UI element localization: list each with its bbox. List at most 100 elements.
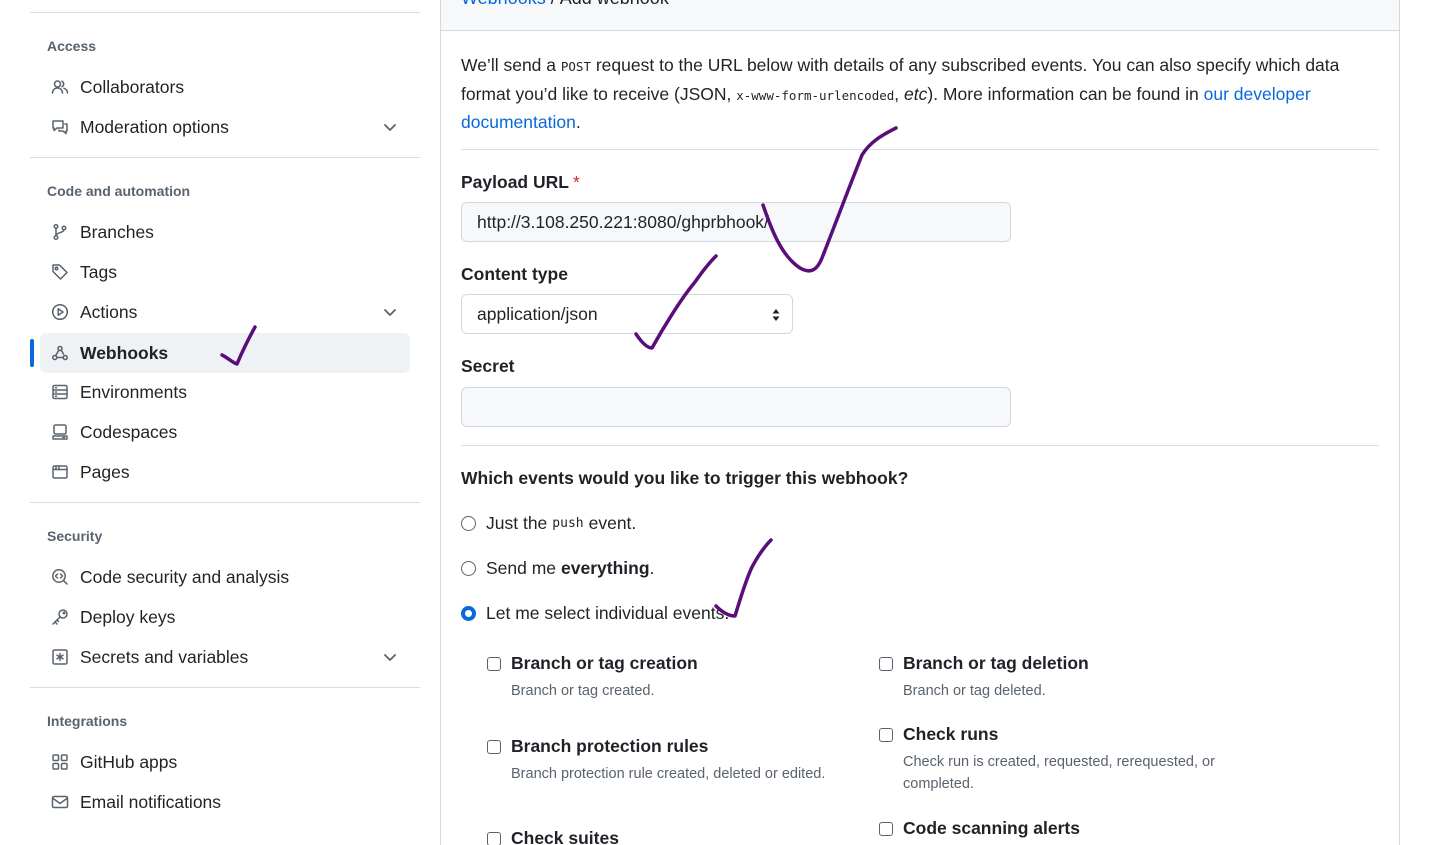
event-title: Check suites — [511, 828, 619, 845]
sidebar-item-label: Webhooks — [80, 342, 169, 363]
radio-send-everything[interactable]: Send me everything. — [461, 558, 654, 579]
intro-code-post: POST — [560, 59, 591, 74]
sidebar-item-code-security[interactable]: Code security and analysis — [40, 557, 410, 597]
section-divider — [461, 445, 1379, 446]
apps-icon — [50, 752, 70, 772]
sidebar-heading-access: Access — [47, 38, 97, 54]
sidebar-item-webhooks[interactable]: Webhooks — [40, 333, 410, 373]
server-icon — [50, 382, 70, 402]
mail-icon — [50, 792, 70, 812]
required-mark: * — [572, 172, 580, 192]
event-branch-tag-deletion: Branch or tag deletion Branch or tag del… — [879, 653, 1089, 702]
event-checkbox-row[interactable]: Check runs — [879, 724, 1239, 745]
sidebar-item-codespaces[interactable]: Codespaces — [40, 412, 410, 452]
browser-icon — [50, 462, 70, 482]
radio-push-event[interactable]: Just the push event. — [461, 513, 636, 534]
tag-icon — [50, 262, 70, 282]
event-check-suites: Check suites — [487, 828, 619, 845]
push-code: push — [552, 516, 584, 531]
event-checkbox[interactable] — [879, 727, 893, 742]
event-description: Check run is created, requested, rereque… — [903, 754, 1215, 792]
payload-url-label: Payload URL * — [461, 172, 580, 193]
event-branch-tag-creation: Branch or tag creation Branch or tag cre… — [487, 653, 698, 702]
sidebar-divider — [30, 687, 420, 688]
event-description: Branch or tag created. — [511, 683, 655, 699]
event-checkbox-row[interactable]: Branch or tag deletion — [879, 653, 1089, 674]
radio-button[interactable] — [461, 516, 476, 531]
event-checkbox[interactable] — [487, 656, 501, 671]
event-title: Code scanning alerts — [903, 818, 1080, 838]
intro-code-form: x-www-form-urlencoded — [736, 87, 895, 103]
webhook-icon — [50, 343, 70, 363]
sidebar-item-label: Codespaces — [80, 421, 178, 442]
radio-individual-events[interactable]: Let me select individual events. — [461, 603, 729, 624]
event-checkbox-row[interactable]: Branch or tag creation — [487, 653, 698, 674]
secret-label: Secret — [461, 356, 515, 376]
event-checkbox[interactable] — [487, 739, 501, 754]
intro-text-part: , — [894, 83, 905, 104]
event-checkbox-row[interactable]: Code scanning alerts — [879, 818, 1080, 839]
sidebar-item-label: Code security and analysis — [80, 566, 290, 587]
key-asterisk-icon — [50, 647, 70, 667]
panel-header: Webhooks / Add webhook — [441, 0, 1399, 31]
payload-url-input[interactable] — [461, 202, 1011, 242]
sidebar-item-collaborators[interactable]: Collaborators — [40, 67, 410, 107]
event-branch-protection-rules: Branch protection rules Branch protectio… — [487, 736, 825, 785]
settings-sidebar: Access Collaborators Moderation options … — [0, 0, 440, 845]
chevron-down-icon[interactable] — [382, 119, 398, 135]
event-check-runs: Check runs Check run is created, request… — [879, 724, 1239, 795]
event-checkbox-row[interactable]: Branch protection rules — [487, 736, 825, 757]
sidebar-item-tags[interactable]: Tags — [40, 252, 410, 292]
event-checkbox[interactable] — [879, 821, 893, 836]
event-description: Branch or tag deleted. — [903, 683, 1046, 699]
secret-input[interactable] — [461, 387, 1011, 427]
intro-text-part: . — [575, 112, 581, 132]
git-branch-icon — [50, 222, 70, 242]
sidebar-item-label: Pages — [80, 461, 130, 482]
event-title: Check runs — [903, 724, 999, 744]
sidebar-item-label: Moderation options — [80, 116, 229, 137]
comment-discussion-icon — [50, 117, 70, 137]
sidebar-item-secrets-variables[interactable]: Secrets and variables — [40, 637, 410, 677]
breadcrumb: Webhooks / Add webhook — [461, 0, 669, 9]
sidebar-divider — [30, 157, 420, 158]
chevron-down-icon[interactable] — [382, 649, 398, 665]
radio-label: Send me — [486, 558, 557, 578]
sidebar-item-label: GitHub apps — [80, 751, 178, 772]
radio-label: event. — [588, 513, 637, 533]
event-checkbox-row[interactable]: Check suites — [487, 828, 619, 845]
sidebar-heading-integrations: Integrations — [47, 713, 128, 729]
radio-label: . — [649, 558, 655, 578]
sidebar-item-label: Actions — [80, 301, 138, 322]
event-title: Branch protection rules — [511, 736, 709, 756]
sidebar-item-label: Environments — [80, 381, 187, 402]
sidebar-item-moderation-options[interactable]: Moderation options — [40, 107, 410, 147]
sidebar-item-deploy-keys[interactable]: Deploy keys — [40, 597, 410, 637]
add-webhook-panel: Webhooks / Add webhook We’ll send a POST… — [440, 0, 1400, 845]
radio-button[interactable] — [461, 561, 476, 576]
breadcrumb-current: Add webhook — [560, 0, 669, 8]
chevron-down-icon[interactable] — [382, 304, 398, 320]
sidebar-item-label: Secrets and variables — [80, 646, 249, 667]
key-icon — [50, 607, 70, 627]
content-type-select[interactable]: application/json — [461, 294, 793, 334]
sidebar-item-email-notifications[interactable]: Email notifications — [40, 782, 410, 822]
select-arrows-icon — [772, 309, 780, 321]
content-type-value: application/json — [477, 303, 598, 324]
event-title: Branch or tag creation — [511, 653, 698, 673]
sidebar-item-environments[interactable]: Environments — [40, 372, 410, 412]
breadcrumb-separator: / — [546, 0, 560, 8]
events-question: Which events would you like to trigger t… — [461, 468, 909, 488]
radio-label: Let me select individual events. — [486, 603, 730, 623]
sidebar-item-branches[interactable]: Branches — [40, 212, 410, 252]
sidebar-item-actions[interactable]: Actions — [40, 292, 410, 332]
event-checkbox[interactable] — [879, 656, 893, 671]
breadcrumb-webhooks-link[interactable]: Webhooks — [461, 0, 546, 8]
sidebar-item-github-apps[interactable]: GitHub apps — [40, 742, 410, 782]
section-divider — [461, 149, 1379, 150]
radio-button-selected[interactable] — [461, 606, 476, 621]
sidebar-item-pages[interactable]: Pages — [40, 452, 410, 492]
codespaces-icon — [50, 422, 70, 442]
event-checkbox[interactable] — [487, 831, 501, 845]
sidebar-heading-code-automation: Code and automation — [47, 183, 191, 199]
